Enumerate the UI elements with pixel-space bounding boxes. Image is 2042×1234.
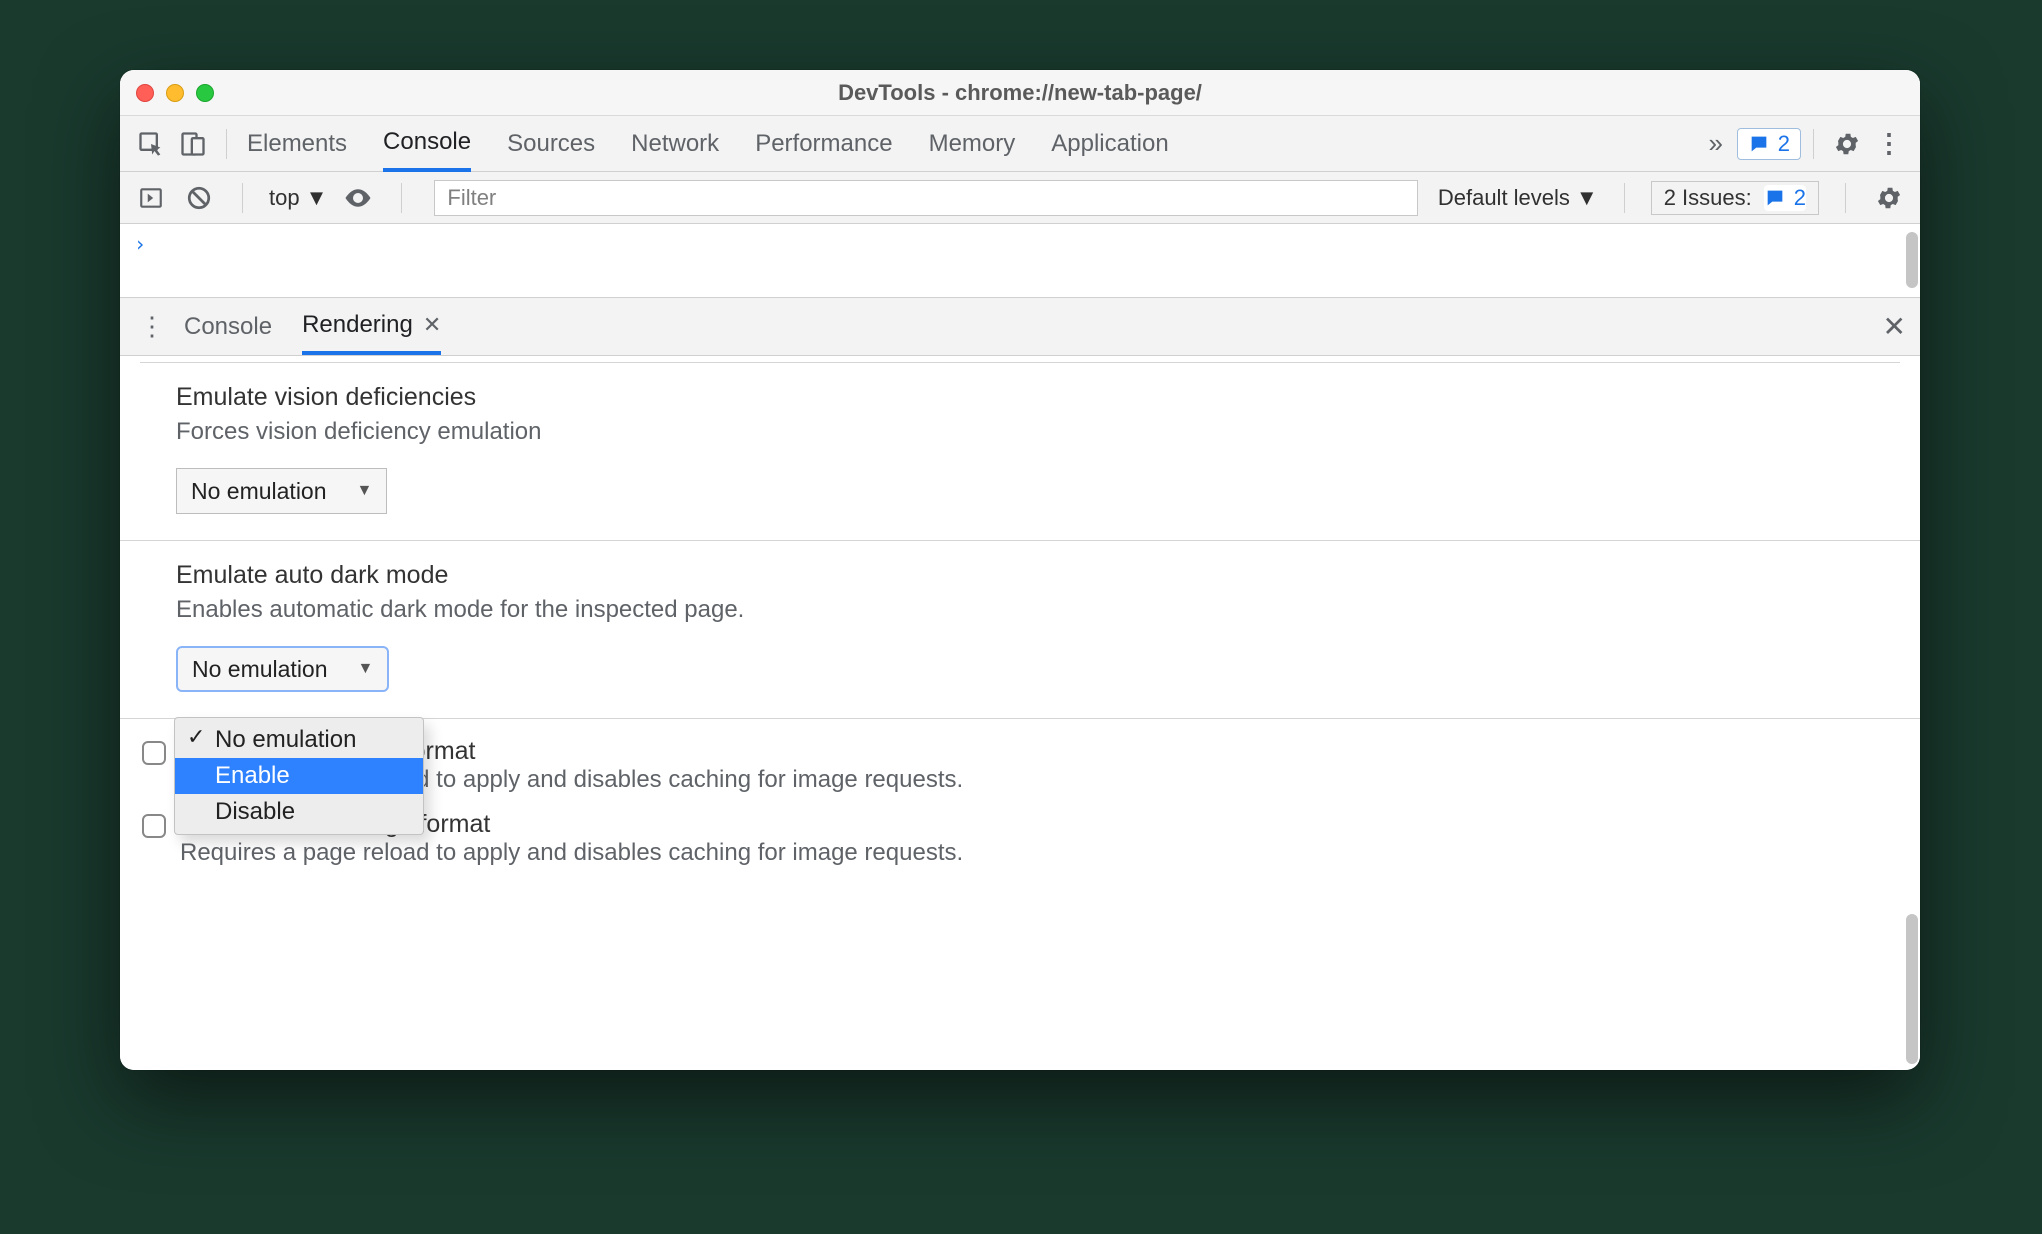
- separator: [1624, 183, 1625, 213]
- tab-performance[interactable]: Performance: [755, 118, 892, 170]
- message-icon: [1748, 133, 1770, 155]
- drawer-tabs: Console Rendering ✕: [184, 299, 441, 355]
- option-disable[interactable]: Disable: [175, 794, 423, 830]
- device-toolbar-icon[interactable]: [172, 123, 214, 165]
- live-expression-eye-icon[interactable]: [341, 181, 375, 215]
- titlebar: DevTools - chrome://new-tab-page/: [120, 70, 1920, 116]
- auto-dark-mode-select[interactable]: No emulation ▼: [176, 646, 389, 692]
- inspect-element-icon[interactable]: [130, 123, 172, 165]
- rendering-panel: Emulate vision deficiencies Forces visio…: [120, 356, 1920, 1070]
- tab-elements[interactable]: Elements: [247, 118, 347, 170]
- drawer-tabbar: ⋮ Console Rendering ✕ ✕: [120, 298, 1920, 356]
- console-messages-count[interactable]: 2: [1737, 128, 1801, 160]
- close-drawer-icon[interactable]: ✕: [1883, 310, 1906, 343]
- drawer-tab-console[interactable]: Console: [184, 301, 272, 353]
- scrollbar-thumb[interactable]: [1906, 232, 1918, 288]
- tab-memory[interactable]: Memory: [929, 118, 1016, 170]
- separator: [1813, 129, 1814, 159]
- console-subbar: top ▼ Default levels ▼ 2 Issues: 2: [120, 172, 1920, 224]
- console-filter-input[interactable]: [434, 180, 1417, 216]
- tab-network[interactable]: Network: [631, 118, 719, 170]
- close-icon[interactable]: ✕: [423, 312, 441, 338]
- section-description: Forces vision deficiency emulation: [176, 418, 1864, 446]
- chevron-down-icon: ▼: [357, 482, 373, 500]
- clear-console-icon[interactable]: [182, 181, 216, 215]
- option-desc-tail: oad to apply and disables caching for im…: [389, 766, 963, 793]
- drawer-tab-rendering[interactable]: Rendering ✕: [302, 299, 441, 355]
- section-auto-dark-mode: Emulate auto dark mode Enables automatic…: [120, 541, 1920, 718]
- settings-gear-icon[interactable]: [1826, 123, 1868, 165]
- scrollbar-thumb[interactable]: [1906, 914, 1918, 1064]
- log-levels-selector[interactable]: Default levels ▼: [1438, 185, 1598, 211]
- vision-deficiency-select[interactable]: No emulation ▼: [176, 468, 387, 514]
- auto-dark-mode-options-popup: No emulation Enable Disable: [174, 717, 424, 835]
- main-tabs: Elements Console Sources Network Perform…: [247, 116, 1169, 172]
- tab-console[interactable]: Console: [383, 116, 471, 172]
- execution-context-selector[interactable]: top ▼: [269, 185, 327, 211]
- option-enable[interactable]: Enable: [175, 758, 423, 794]
- select-value: No emulation: [192, 656, 328, 683]
- checkbox-disable-avif[interactable]: [142, 741, 166, 765]
- issues-label: 2 Issues:: [1664, 185, 1752, 211]
- section-title: Emulate vision deficiencies: [176, 383, 1864, 412]
- context-value: top: [269, 185, 300, 211]
- messages-count-value: 2: [1778, 131, 1790, 157]
- separator: [226, 129, 227, 159]
- separator: [242, 183, 243, 213]
- option-description: Requires a page reload to apply and disa…: [180, 839, 963, 867]
- checkbox-disable-webp[interactable]: [142, 814, 166, 838]
- chevron-down-icon: ▼: [358, 660, 374, 678]
- separator: [401, 183, 402, 213]
- tab-application[interactable]: Application: [1051, 118, 1168, 170]
- tab-sources[interactable]: Sources: [507, 118, 595, 170]
- console-prompt-icon: ›: [134, 232, 146, 256]
- drawer-tab-rendering-label: Rendering: [302, 311, 413, 339]
- issues-count-value: 2: [1794, 185, 1806, 211]
- chevron-down-icon: ▼: [1576, 185, 1598, 211]
- console-sidebar-toggle-icon[interactable]: [134, 181, 168, 215]
- levels-value: Default levels: [1438, 185, 1570, 211]
- console-output[interactable]: ›: [120, 224, 1920, 298]
- window-title: DevTools - chrome://new-tab-page/: [120, 80, 1920, 106]
- devtools-window: DevTools - chrome://new-tab-page/ Elemen…: [120, 70, 1920, 1070]
- separator: [1845, 183, 1846, 213]
- more-tabs-overflow-icon[interactable]: »: [1695, 123, 1737, 165]
- drawer-more-icon[interactable]: ⋮: [134, 311, 170, 342]
- message-icon: [1764, 187, 1786, 209]
- issues-button[interactable]: 2 Issues: 2: [1651, 181, 1819, 215]
- section-description: Enables automatic dark mode for the insp…: [176, 596, 1864, 624]
- select-value: No emulation: [191, 478, 327, 505]
- section-vision-deficiencies: Emulate vision deficiencies Forces visio…: [120, 363, 1920, 540]
- console-settings-gear-icon[interactable]: [1872, 181, 1906, 215]
- option-no-emulation[interactable]: No emulation: [175, 722, 423, 758]
- main-toolbar: Elements Console Sources Network Perform…: [120, 116, 1920, 172]
- section-title: Emulate auto dark mode: [176, 561, 1864, 590]
- kebab-menu-icon[interactable]: ⋮: [1868, 123, 1910, 165]
- chevron-down-icon: ▼: [306, 185, 328, 211]
